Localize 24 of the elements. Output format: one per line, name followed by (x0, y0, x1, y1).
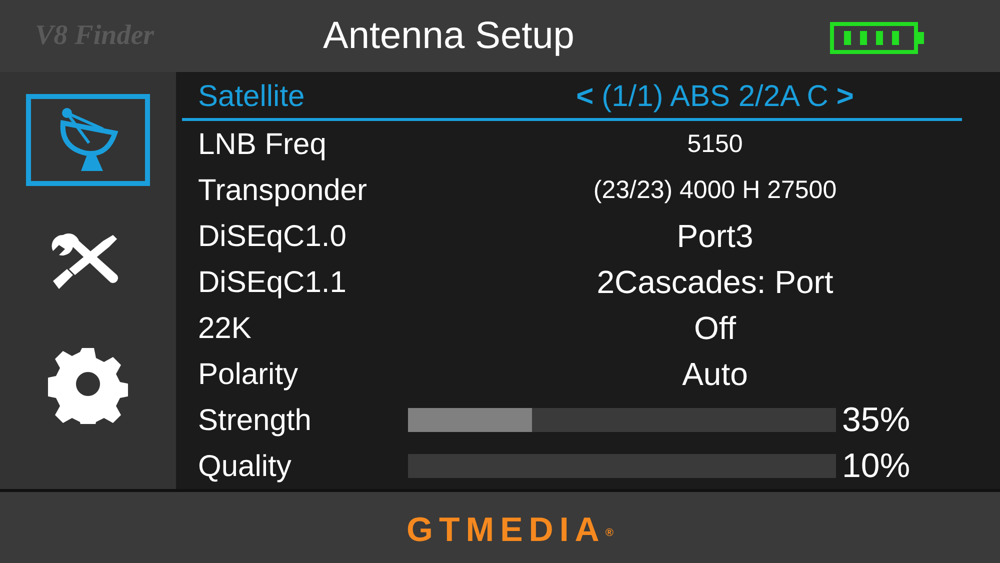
setting-value: 2Cascades: Port (596, 263, 834, 302)
setting-value: Auto (682, 355, 748, 394)
setting-value: (1/1) ABS 2/2A C (602, 79, 828, 116)
setting-value: (23/23) 4000 H 27500 (593, 174, 837, 206)
screen-title: Antenna Setup (323, 14, 574, 59)
selected-row-highlight[interactable]: Satellite < (1/1) ABS 2/2A C > (182, 75, 962, 122)
meter-reading: 10% (842, 446, 910, 487)
meter-reading: 35% (842, 400, 910, 441)
setting-label: Satellite (197, 79, 306, 116)
setting-label: DiSEqC1.1 (197, 264, 348, 301)
setting-value: Off (694, 309, 736, 348)
setting-label: 22K (197, 310, 252, 347)
battery-icon (830, 22, 926, 54)
setting-value: Port3 (676, 217, 754, 256)
brand-logo: GTMEDIA$^{®}$ (406, 510, 614, 552)
setting-label: Transponder (197, 172, 368, 209)
setting-label: LNB Freq (197, 126, 328, 163)
setting-label: DiSEqC1.0 (197, 218, 348, 255)
setting-label: Quality (197, 448, 292, 485)
previous-arrow[interactable]: < (576, 74, 594, 120)
setting-label: Strength (197, 402, 312, 439)
next-arrow[interactable]: > (836, 74, 854, 120)
setting-value: 5150 (687, 128, 743, 160)
setting-label: Polarity (197, 356, 300, 393)
